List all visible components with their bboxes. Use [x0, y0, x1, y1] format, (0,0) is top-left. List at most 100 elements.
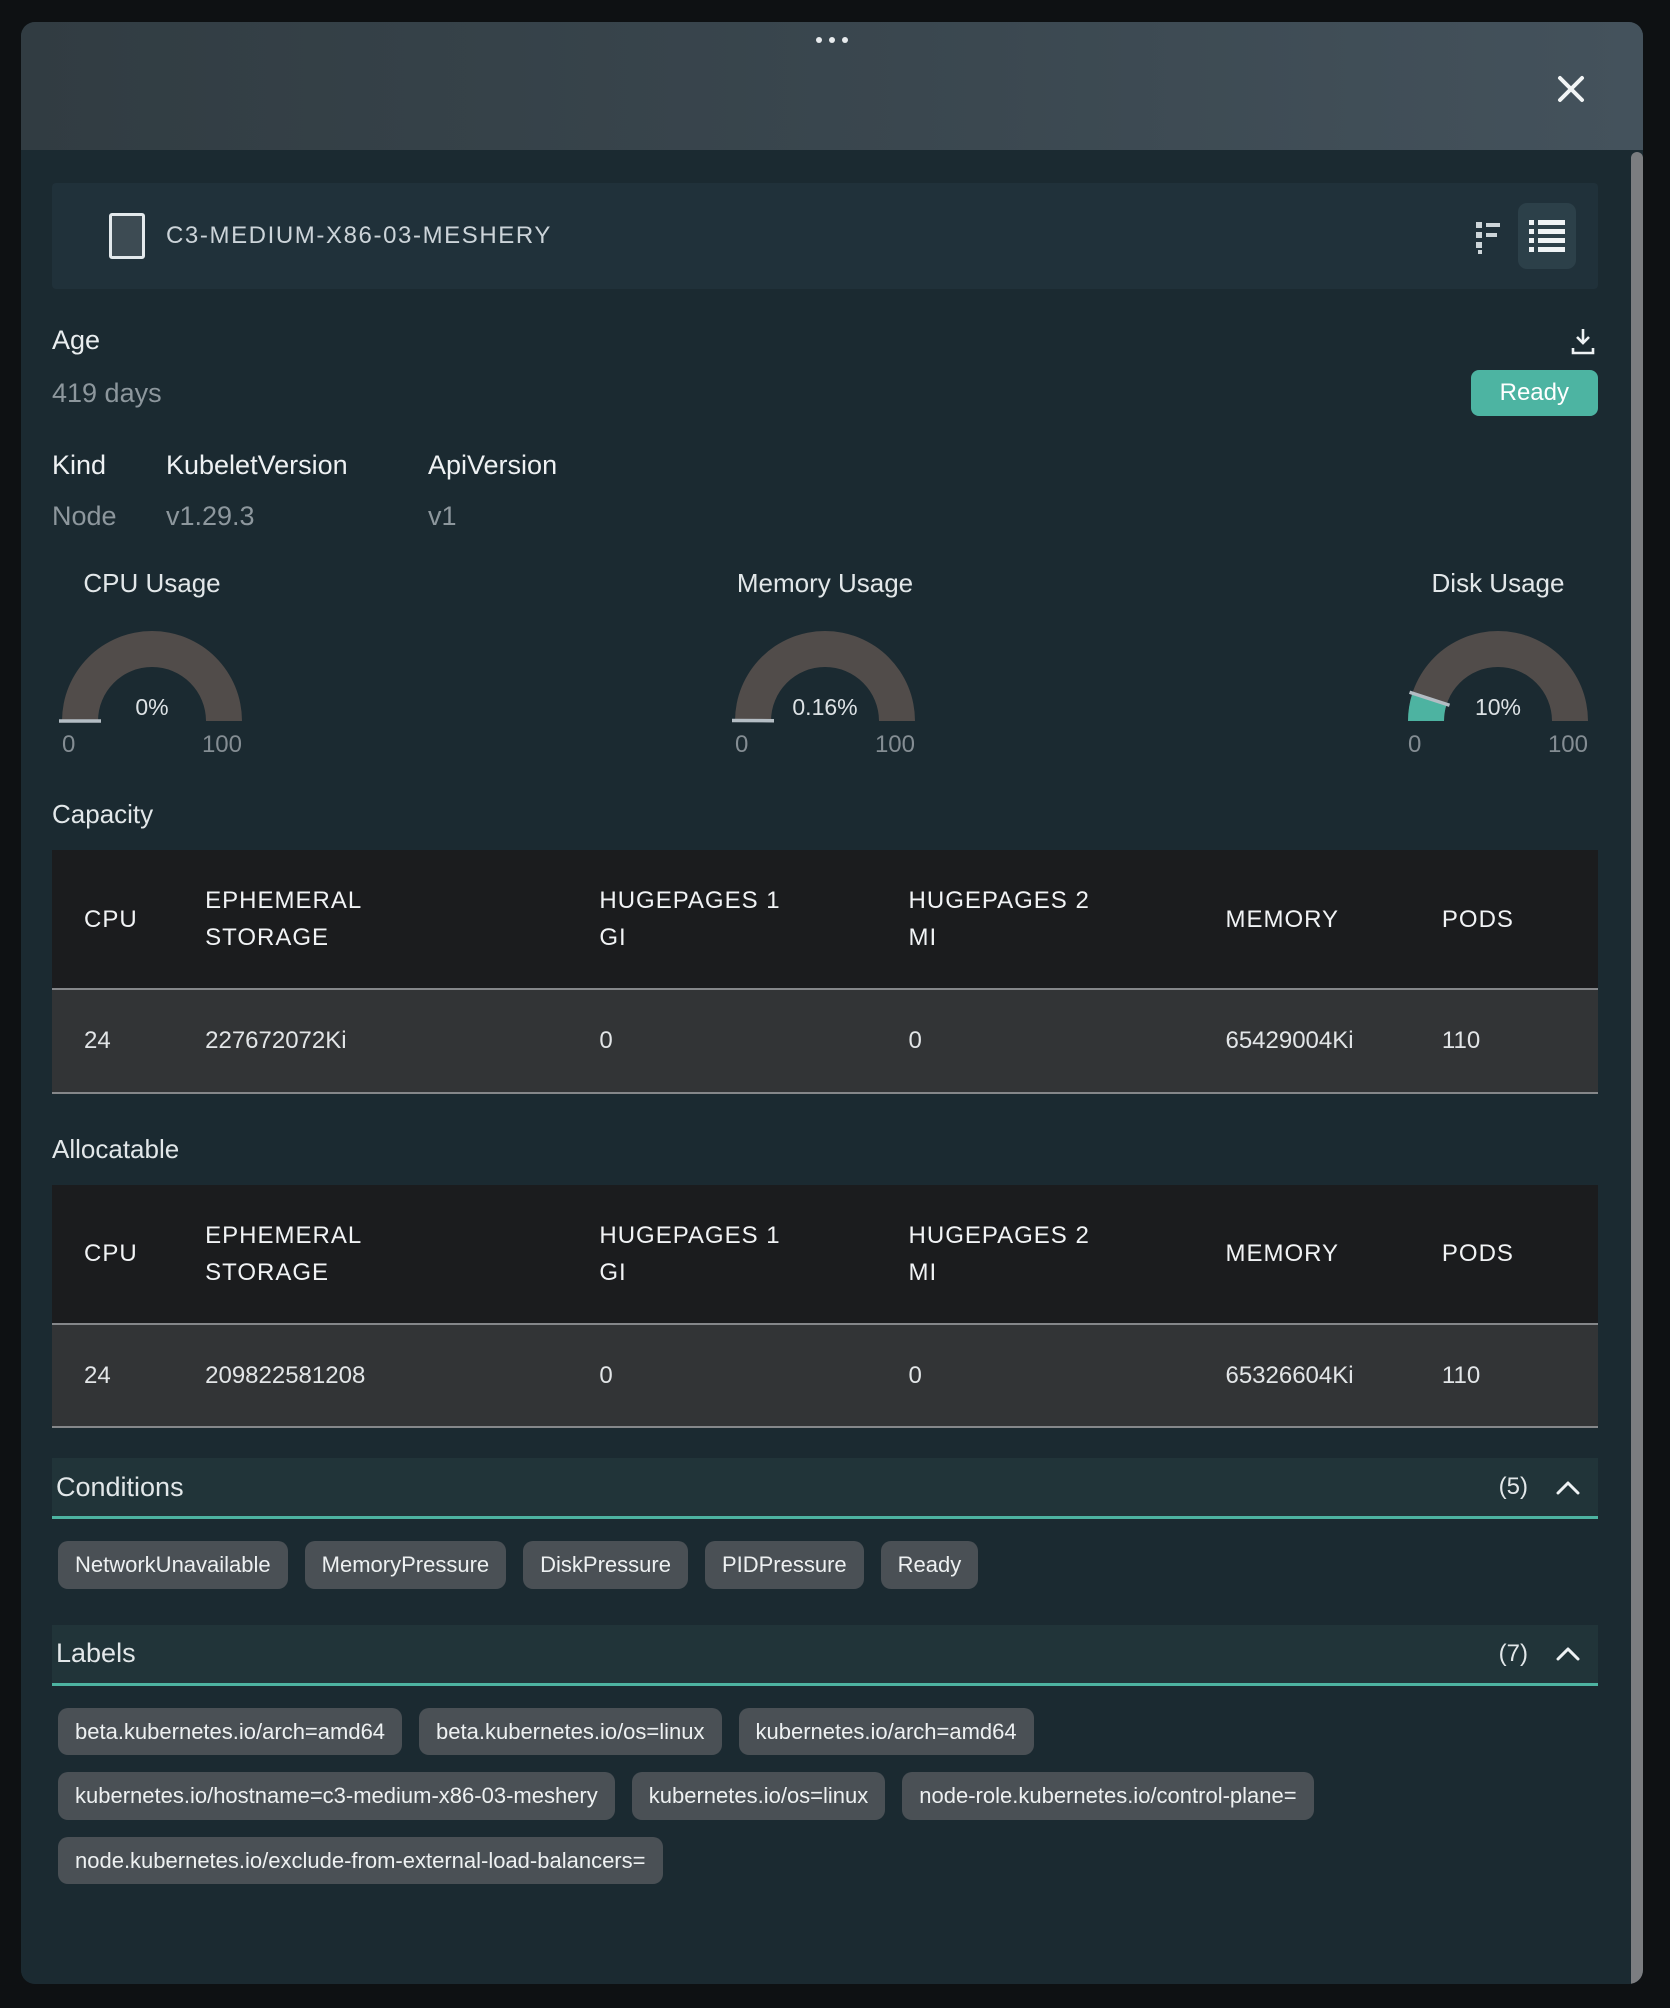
meta-column: Kind Node — [52, 450, 166, 532]
table-cell: 24 — [52, 989, 191, 1092]
table-cell: 110 — [1428, 1324, 1598, 1427]
column-header: CPU — [52, 1185, 191, 1324]
chip[interactable]: kubernetes.io/os=linux — [632, 1772, 886, 1820]
download-icon — [1568, 326, 1598, 356]
column-header: MEMORY — [1211, 850, 1427, 989]
chip[interactable]: kubernetes.io/hostname=c3-medium-x86-03-… — [58, 1772, 615, 1820]
meta-column: ApiVersion v1 — [428, 450, 557, 532]
gauge-axis: 0100 — [52, 731, 252, 759]
column-header: PODS — [1428, 1185, 1598, 1324]
gauge-value: 10% — [1475, 694, 1521, 720]
table-row: 242098225812080065326604Ki110 — [52, 1324, 1598, 1427]
age-label: Age — [52, 325, 100, 356]
conditions-chips: NetworkUnavailable MemoryPressure DiskPres… — [52, 1541, 1598, 1589]
table-cell: 0 — [585, 1324, 894, 1427]
labels-chips: beta.kubernetes.io/arch=amd64 beta.kubern… — [52, 1708, 1598, 1885]
column-header: HUGEPAGES 1 GI — [585, 1185, 894, 1324]
modal-scroll-area: C3-MEDIUM-X86-03-MESHERY — [21, 150, 1643, 1984]
meta-row: Kind NodeKubeletVersion v1.29.3ApiVersion v… — [52, 450, 1598, 532]
chevron-up-icon[interactable] — [1556, 1646, 1580, 1661]
usage-gauge: CPU Usage 0% 0100 — [52, 568, 252, 759]
column-header: EPHEMERAL STORAGE — [191, 1185, 585, 1324]
gauge-title: Memory Usage — [725, 568, 925, 599]
gauge-arc: 0.16% — [727, 619, 923, 729]
modal-header[interactable] — [21, 22, 1643, 150]
chip[interactable]: NetworkUnavailable — [58, 1541, 288, 1589]
download-button[interactable] — [1568, 326, 1598, 356]
scrollbar[interactable] — [1631, 152, 1643, 1984]
gauge-value: 0% — [135, 694, 168, 720]
labels-count: (7) — [1499, 1640, 1528, 1668]
config-view-button[interactable] — [1474, 218, 1502, 254]
table-cell: 0 — [585, 989, 894, 1092]
labels-title: Labels — [56, 1638, 136, 1669]
table-cell: 0 — [895, 989, 1212, 1092]
chevron-up-icon[interactable] — [1556, 1480, 1580, 1495]
table-cell: 0 — [895, 1324, 1212, 1427]
node-checkbox[interactable] — [109, 213, 145, 259]
conditions-count: (5) — [1499, 1473, 1528, 1501]
chip[interactable]: PIDPressure — [705, 1541, 864, 1589]
chip[interactable]: Ready — [881, 1541, 979, 1589]
gauge-title: Disk Usage — [1398, 568, 1598, 599]
meta-label: KubeletVersion — [166, 450, 428, 481]
capacity-heading: Capacity — [52, 799, 1598, 830]
allocatable-heading: Allocatable — [52, 1134, 1598, 1165]
gauge-axis: 0100 — [1398, 731, 1598, 759]
column-header: HUGEPAGES 1 GI — [585, 850, 894, 989]
column-header: EPHEMERAL STORAGE — [191, 850, 585, 989]
node-details-modal: C3-MEDIUM-X86-03-MESHERY — [21, 22, 1643, 1984]
modal-content: C3-MEDIUM-X86-03-MESHERY — [21, 183, 1643, 1884]
table-header-row: CPUEPHEMERAL STORAGEHUGEPAGES 1 GIHUGEPA… — [52, 850, 1598, 989]
column-header: HUGEPAGES 2 MI — [895, 1185, 1212, 1324]
conditions-title: Conditions — [56, 1472, 184, 1503]
chip[interactable]: node-role.kubernetes.io/control-plane= — [902, 1772, 1313, 1820]
resource-title: C3-MEDIUM-X86-03-MESHERY — [166, 222, 552, 250]
gauge-axis: 0100 — [725, 731, 925, 759]
meta-column: KubeletVersion v1.29.3 — [166, 450, 428, 532]
chip[interactable]: beta.kubernetes.io/arch=amd64 — [58, 1708, 402, 1756]
meta-value: v1 — [428, 501, 557, 532]
status-badge: Ready — [1471, 370, 1598, 416]
table-row: 24227672072Ki0065429004Ki110 — [52, 989, 1598, 1092]
tree-view-icon — [1474, 218, 1502, 254]
labels-section-header[interactable]: Labels (7) — [52, 1625, 1598, 1686]
table-cell: 110 — [1428, 989, 1598, 1092]
chip[interactable]: node.kubernetes.io/exclude-from-external… — [58, 1837, 663, 1885]
allocatable-table: CPUEPHEMERAL STORAGEHUGEPAGES 1 GIHUGEPA… — [52, 1185, 1598, 1429]
table-cell: 24 — [52, 1324, 191, 1427]
table-cell: 65326604Ki — [1211, 1324, 1427, 1427]
column-header: PODS — [1428, 850, 1598, 989]
resource-card-header: C3-MEDIUM-X86-03-MESHERY — [52, 183, 1598, 289]
view-toggles — [1474, 203, 1576, 269]
table-cell: 209822581208 — [191, 1324, 585, 1427]
chip[interactable]: DiskPressure — [523, 1541, 688, 1589]
chip[interactable]: beta.kubernetes.io/os=linux — [419, 1708, 721, 1756]
gauge-value: 0.16% — [792, 694, 857, 720]
column-header: HUGEPAGES 2 MI — [895, 850, 1212, 989]
age-value: 419 days — [52, 378, 162, 409]
close-icon — [1554, 72, 1588, 106]
meta-label: Kind — [52, 450, 166, 481]
meta-label: ApiVersion — [428, 450, 557, 481]
drag-handle-icon[interactable] — [816, 37, 848, 43]
close-button[interactable] — [1549, 68, 1593, 112]
gauge-title: CPU Usage — [52, 568, 252, 599]
chip[interactable]: kubernetes.io/arch=amd64 — [739, 1708, 1034, 1756]
table-header-row: CPUEPHEMERAL STORAGEHUGEPAGES 1 GIHUGEPA… — [52, 1185, 1598, 1324]
meta-value: Node — [52, 501, 166, 532]
usage-gauge: Disk Usage 10% 0100 — [1398, 568, 1598, 759]
column-header: CPU — [52, 850, 191, 989]
gauge-arc: 10% — [1400, 619, 1596, 729]
usage-gauge: Memory Usage 0.16% 0100 — [725, 568, 925, 759]
chip[interactable]: MemoryPressure — [305, 1541, 506, 1589]
usage-gauges: CPU Usage0%0100Memory Usage0.16%0100Disk… — [52, 568, 1598, 759]
meta-value: v1.29.3 — [166, 501, 428, 532]
table-cell: 65429004Ki — [1211, 989, 1427, 1092]
column-header: MEMORY — [1211, 1185, 1427, 1324]
list-view-icon — [1529, 219, 1565, 253]
conditions-section-header[interactable]: Conditions (5) — [52, 1458, 1598, 1519]
table-cell: 227672072Ki — [191, 989, 585, 1092]
capacity-table: CPUEPHEMERAL STORAGEHUGEPAGES 1 GIHUGEPA… — [52, 850, 1598, 1094]
details-view-button[interactable] — [1518, 203, 1576, 269]
